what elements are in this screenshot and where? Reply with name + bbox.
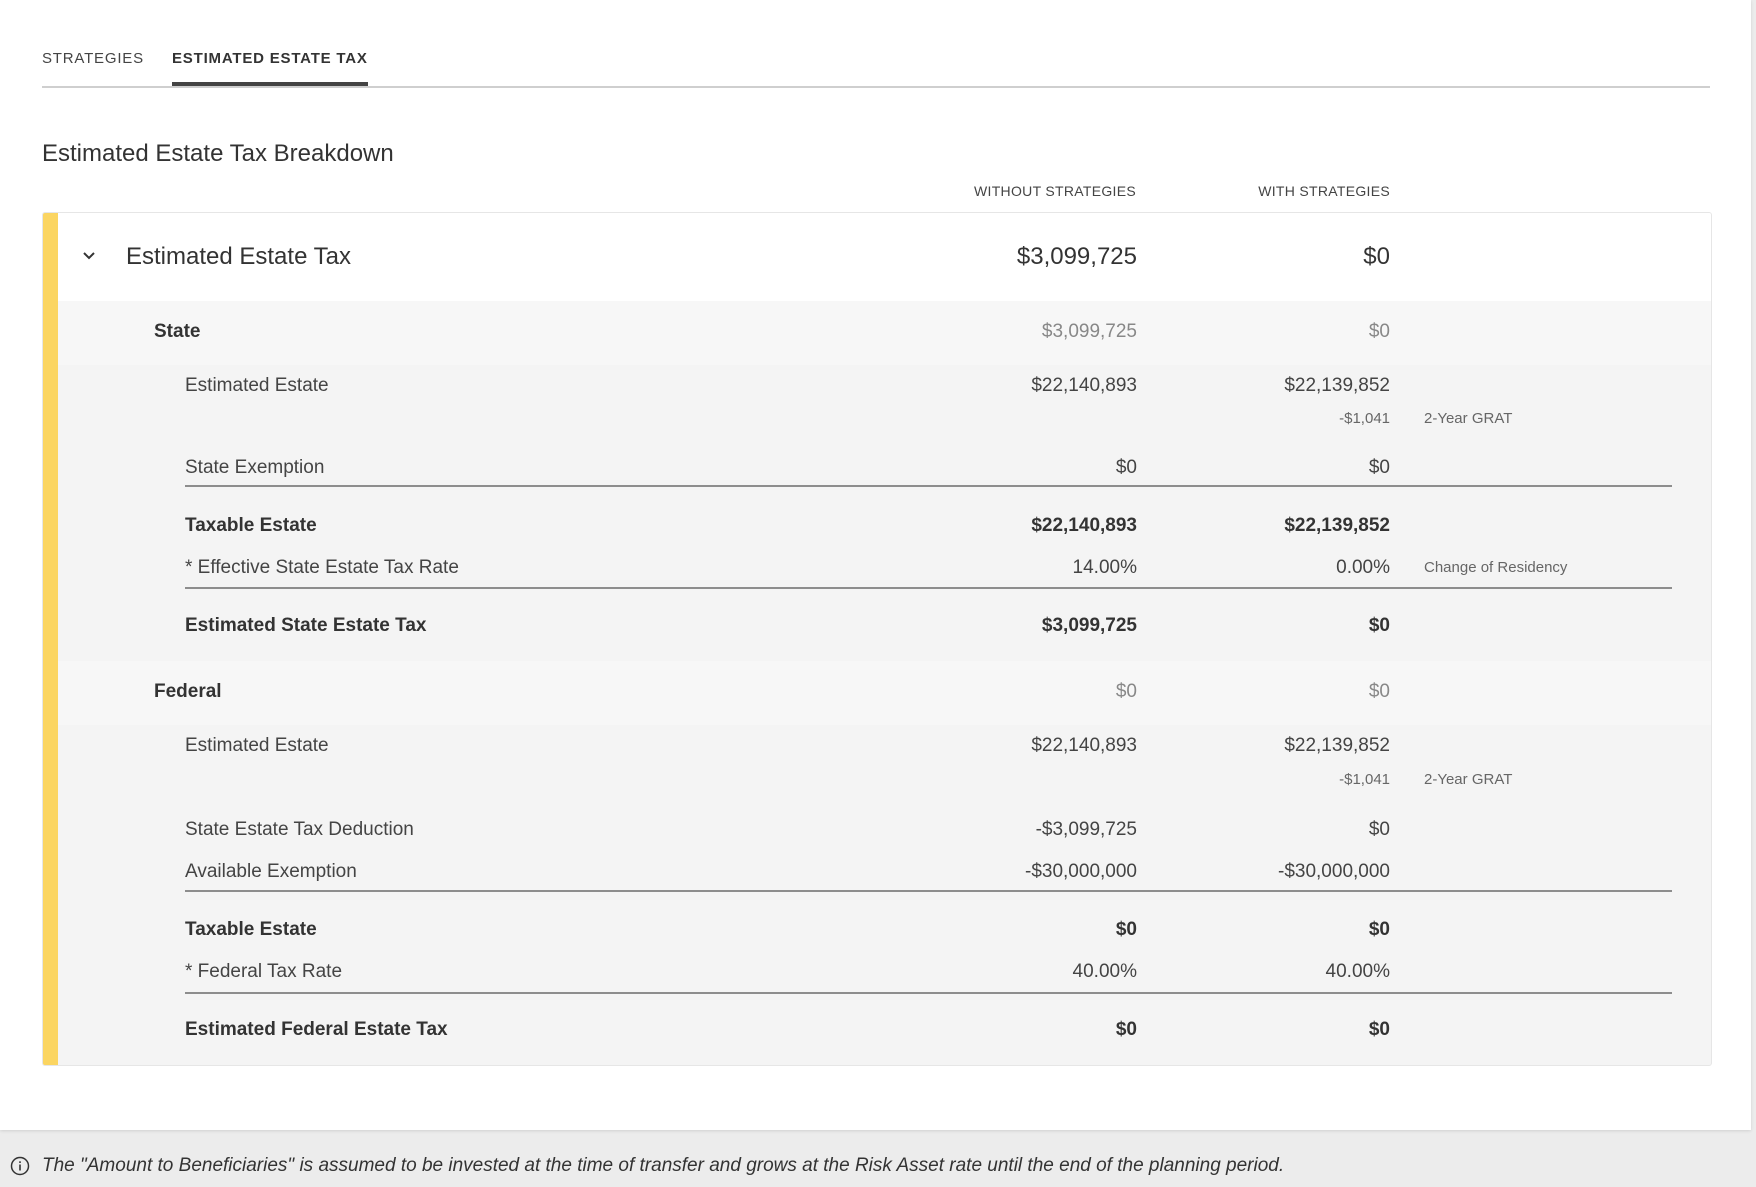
row-label: Estimated State Estate Tax bbox=[185, 615, 427, 636]
row-without: 40.00% bbox=[1072, 961, 1137, 982]
row-with: $0 bbox=[1368, 615, 1390, 636]
state-without: $3,099,725 bbox=[1041, 321, 1137, 342]
row-without: $0 bbox=[1115, 1019, 1137, 1040]
row-label: * Federal Tax Rate bbox=[185, 961, 343, 982]
accent-bar bbox=[43, 213, 58, 1065]
row-with: $0 bbox=[1368, 1019, 1390, 1040]
row-with: $0 bbox=[1368, 819, 1390, 840]
row-label: State Estate Tax Deduction bbox=[185, 819, 414, 840]
row-label: Taxable Estate bbox=[185, 515, 317, 536]
chevron-down-icon[interactable] bbox=[80, 247, 98, 265]
row-without: $3,099,725 bbox=[1041, 615, 1137, 636]
federal-with: $0 bbox=[1368, 681, 1390, 702]
delta-value: -$1,041 bbox=[1339, 771, 1390, 788]
row-label: * Effective State Estate Tax Rate bbox=[185, 557, 459, 578]
divider bbox=[185, 485, 1672, 487]
column-header-without: WITHOUT STRATEGIES bbox=[974, 183, 1136, 199]
row-label: State Exemption bbox=[185, 457, 325, 478]
federal-without: $0 bbox=[1115, 681, 1137, 702]
row-label: Estimated Estate bbox=[185, 735, 329, 756]
estate-tax-card: STRATEGIES ESTIMATED ESTATE TAX Estimate… bbox=[0, 0, 1751, 1130]
state-with: $0 bbox=[1368, 321, 1390, 342]
tab-strategies[interactable]: STRATEGIES bbox=[42, 48, 144, 84]
federal-group-header: Federal $0 $0 bbox=[58, 661, 1711, 725]
row-with: $0 bbox=[1368, 919, 1390, 940]
info-icon bbox=[10, 1156, 30, 1176]
divider bbox=[185, 587, 1672, 589]
row-without: $0 bbox=[1115, 919, 1137, 940]
state-group-header: State $3,099,725 $0 bbox=[58, 301, 1711, 365]
row-label: Estimated Estate bbox=[185, 375, 329, 396]
footer-text: The "Amount to Beneficiaries" is assumed… bbox=[42, 1155, 1285, 1176]
section-title: Estimated Estate Tax Breakdown bbox=[42, 140, 394, 167]
state-label: State bbox=[154, 321, 201, 342]
tab-estimated-estate-tax[interactable]: ESTIMATED ESTATE TAX bbox=[172, 48, 368, 86]
row-label: Taxable Estate bbox=[185, 919, 317, 940]
row-with: -$30,000,000 bbox=[1278, 861, 1390, 882]
summary-without: $3,099,725 bbox=[1016, 243, 1137, 270]
row-with: $22,139,852 bbox=[1284, 515, 1390, 536]
row-with: $22,139,852 bbox=[1284, 375, 1390, 396]
delta-value: -$1,041 bbox=[1339, 410, 1390, 427]
summary-row[interactable]: Estimated Estate Tax $3,099,725 $0 bbox=[58, 213, 1711, 301]
tab-bar: STRATEGIES ESTIMATED ESTATE TAX bbox=[42, 36, 1710, 88]
divider bbox=[185, 992, 1672, 994]
summary-with: $0 bbox=[1363, 243, 1390, 270]
column-header-with: WITH STRATEGIES bbox=[1258, 183, 1390, 199]
row-without: $22,140,893 bbox=[1031, 515, 1137, 536]
summary-label: Estimated Estate Tax bbox=[126, 243, 351, 270]
row-label: Estimated Federal Estate Tax bbox=[185, 1019, 448, 1040]
row-without: $22,140,893 bbox=[1031, 735, 1137, 756]
row-with: 40.00% bbox=[1325, 961, 1390, 982]
row-without: -$3,099,725 bbox=[1035, 819, 1137, 840]
estate-tax-panel: Estimated Estate Tax $3,099,725 $0 State… bbox=[42, 212, 1712, 1066]
row-without: 14.00% bbox=[1072, 557, 1137, 578]
row-without: $0 bbox=[1115, 457, 1137, 478]
strategy-note: 2-Year GRAT bbox=[1424, 410, 1513, 427]
federal-label: Federal bbox=[154, 681, 222, 702]
row-with: 0.00% bbox=[1336, 557, 1390, 578]
row-without: -$30,000,000 bbox=[1025, 861, 1137, 882]
row-label: Available Exemption bbox=[185, 861, 357, 882]
strategy-note: Change of Residency bbox=[1424, 559, 1568, 576]
row-with: $22,139,852 bbox=[1284, 735, 1390, 756]
strategy-note: 2-Year GRAT bbox=[1424, 771, 1513, 788]
row-without: $22,140,893 bbox=[1031, 375, 1137, 396]
divider bbox=[185, 890, 1672, 892]
row-with: $0 bbox=[1368, 457, 1390, 478]
